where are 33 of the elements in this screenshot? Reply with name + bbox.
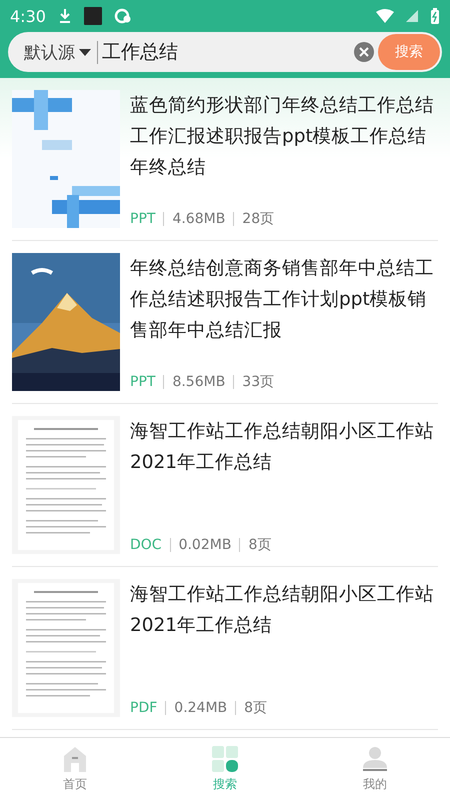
chat-icon <box>114 8 132 24</box>
clear-icon[interactable] <box>354 42 374 62</box>
grid-icon <box>212 746 238 772</box>
nav-tab[interactable]: 首页 <box>0 738 150 800</box>
document-title[interactable]: 蓝色简约形状部门年终总结工作总结工作汇报述职报告ppt模板工作总结年终总结 <box>130 90 438 183</box>
document-title[interactable]: 年终总结创意商务销售部年中总结工作总结述职报告工作计划ppt模板销售部年中总结汇报 <box>130 253 438 346</box>
page-count: 33页 <box>242 373 274 391</box>
status-time: 4:30 <box>10 6 46 26</box>
person-icon <box>362 746 388 772</box>
file-type: PDF <box>130 700 158 716</box>
document-title[interactable]: 海智工作站工作总结朝阳小区工作站2021年工作总结 <box>130 579 438 641</box>
file-size: 0.02MB <box>178 537 232 553</box>
file-type: PPT <box>130 211 156 227</box>
file-size: 8.56MB <box>172 374 226 390</box>
search-field[interactable]: 工作总结 <box>98 41 354 63</box>
battery-icon <box>430 8 440 24</box>
wifi-icon <box>376 9 394 23</box>
file-size: 0.24MB <box>174 700 228 716</box>
download-icon <box>58 8 72 24</box>
source-dropdown[interactable]: 默认源 <box>24 40 98 64</box>
signal-icon <box>406 10 418 22</box>
page-count: 8页 <box>248 536 272 554</box>
file-type: DOC <box>130 537 162 553</box>
page-count: 8页 <box>244 699 268 717</box>
caret-icon <box>79 48 91 56</box>
document-title[interactable]: 海智工作站工作总结朝阳小区工作站2021年工作总结 <box>130 416 438 478</box>
file-type: PPT <box>130 374 156 390</box>
home-icon <box>62 746 88 772</box>
nav-tab[interactable]: 我的 <box>300 738 450 800</box>
page-count: 28页 <box>242 210 274 228</box>
file-size: 4.68MB <box>172 211 226 227</box>
square-icon <box>84 7 102 25</box>
search-bar[interactable]: 默认源 工作总结 搜索 <box>8 32 442 72</box>
